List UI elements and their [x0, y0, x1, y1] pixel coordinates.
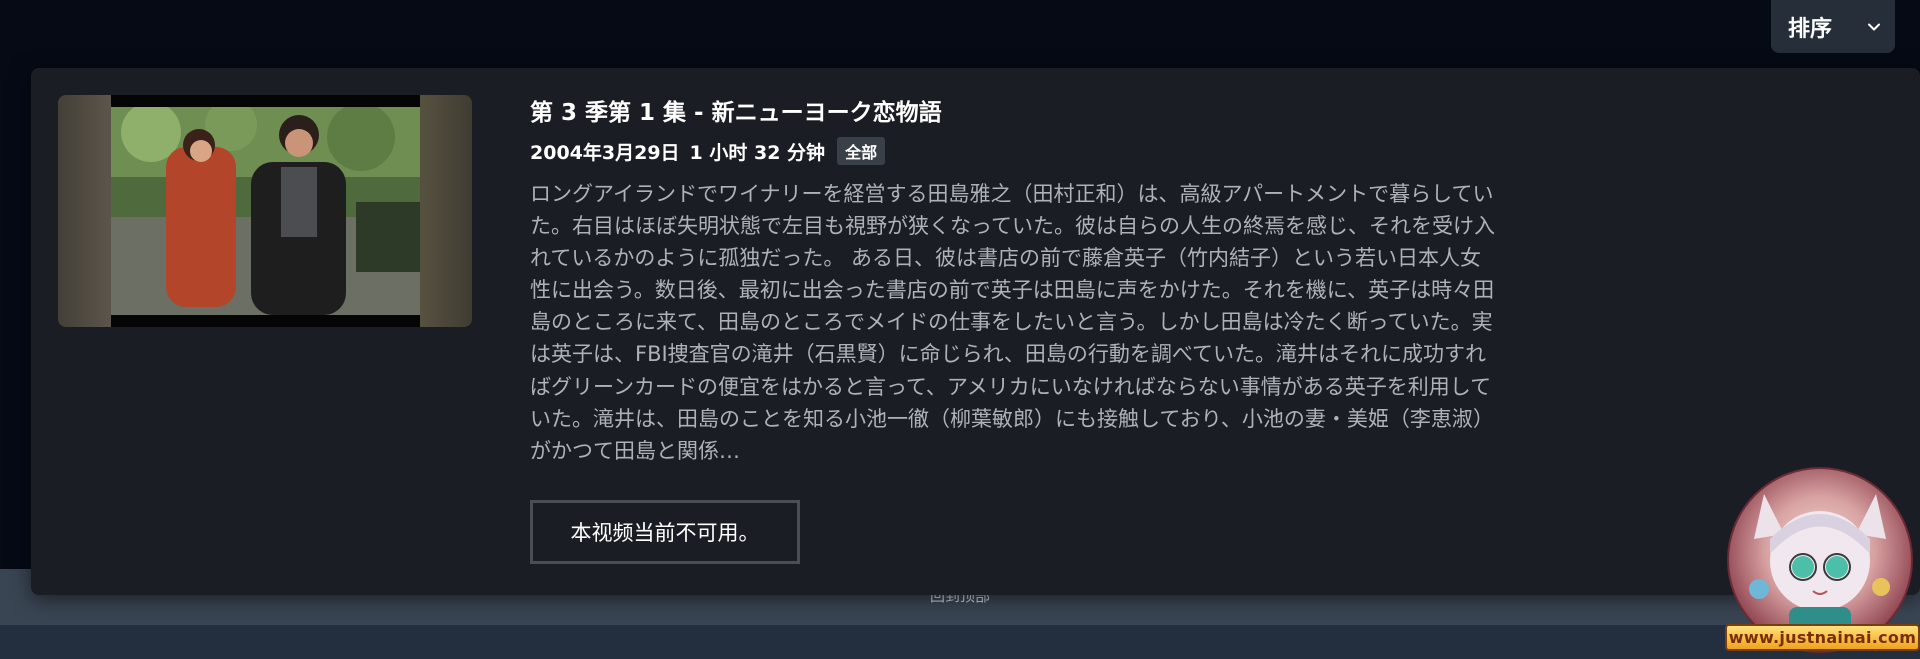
chevron-down-icon	[1866, 19, 1882, 35]
watermark-url: www.justnainai.com	[1725, 624, 1920, 651]
release-date: 2004年3月29日	[530, 141, 680, 164]
sort-button[interactable]: 排序	[1771, 0, 1895, 53]
episode-metadata: 2004年3月29日 1 小时 32 分钟 全部	[530, 137, 886, 165]
footer-base	[0, 625, 1920, 659]
thumbnail-still-image	[111, 95, 420, 327]
episode-synopsis: ロングアイランドでワイナリーを経営する田島雅之（田村正和）は、高級アパートメント…	[530, 182, 1495, 463]
video-unavailable-notice: 本视频当前不可用。	[530, 500, 800, 564]
watermark-logo: www.justnainai.com	[1725, 467, 1920, 659]
episode-card: 第 3 季第 1 集 - 新ニューヨーク恋物語 2004年3月29日 1 小时 …	[31, 68, 1920, 595]
episode-thumbnail[interactable]	[58, 95, 472, 327]
sort-label: 排序	[1788, 16, 1833, 42]
runtime: 1 小时 32 分钟	[689, 141, 826, 164]
episode-title: 第 3 季第 1 集 - 新ニューヨーク恋物語	[530, 100, 942, 126]
age-rating-badge: 全部	[837, 137, 886, 165]
